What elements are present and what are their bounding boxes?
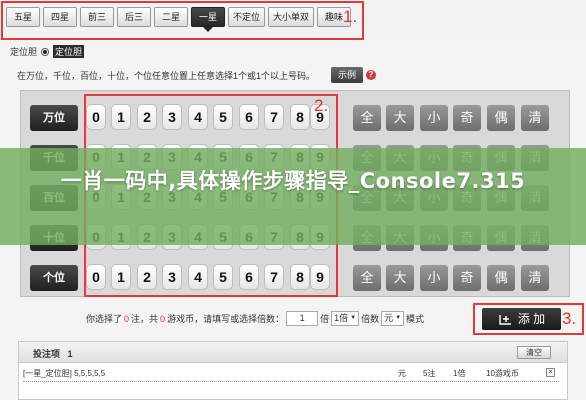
digit-button[interactable]: 5	[213, 264, 233, 290]
digit-button[interactable]: 0	[86, 264, 106, 290]
highlight-box-1	[1, 1, 364, 40]
bets-count: 0	[124, 313, 130, 324]
position-row: 个位 0 1 2 3 4 5 6 7 8 9 全大小奇偶清	[21, 259, 571, 293]
step-label-2: 2.	[314, 96, 329, 115]
digit-button[interactable]: 1	[111, 264, 131, 290]
position-label: 个位	[30, 265, 78, 291]
coins-unit: 游戏币，请填写或选择倍数：	[167, 314, 285, 324]
digit-button[interactable]: 1	[111, 104, 131, 130]
quick-select-button[interactable]: 全	[353, 105, 381, 131]
quick-select-button[interactable]: 大	[386, 265, 414, 291]
quick-select-button[interactable]: 小	[420, 265, 448, 291]
digit-button[interactable]: 0	[86, 104, 106, 130]
quick-select-button[interactable]: 偶	[487, 265, 515, 291]
betting-items-header: 投注项 1 清空	[19, 342, 567, 363]
row-divider	[23, 381, 559, 382]
add-button-label: 添 加	[517, 312, 546, 326]
summary-prefix: 你选择了	[86, 314, 123, 324]
quick-select-button[interactable]: 偶	[487, 105, 515, 131]
digit-button[interactable]: 8	[290, 264, 310, 290]
quick-select-button[interactable]: 清	[521, 105, 549, 131]
example-button[interactable]: 示例	[331, 67, 363, 83]
bet-amount: 10游戏币	[486, 369, 519, 378]
bet-count: 5注	[423, 369, 436, 378]
clear-button[interactable]: 清空	[517, 346, 551, 359]
times-label: 倍	[320, 314, 330, 324]
position-label: 万位	[30, 105, 78, 131]
digit-button[interactable]: 6	[239, 264, 259, 290]
betting-items-panel: 投注项 1 清空 [一星_定位胆] 5,5,5,5,5 元 5注 1倍 10游戏…	[18, 341, 568, 400]
mode-option-label[interactable]: 定位胆	[53, 45, 85, 58]
quick-select-button[interactable]: 大	[386, 105, 414, 131]
quick-select-button[interactable]: 奇	[453, 105, 481, 131]
add-icon	[499, 314, 511, 325]
digit-button[interactable]: 6	[239, 104, 259, 130]
add-button[interactable]: 添 加	[482, 308, 561, 330]
currency-select[interactable]: 元 ▼	[381, 311, 405, 326]
digit-button[interactable]: 3	[162, 264, 182, 290]
mode-row: 定位胆 定位胆	[10, 45, 85, 58]
quick-select-button[interactable]: 全	[353, 265, 381, 291]
multiple-label: 倍数	[361, 314, 380, 324]
mode-label: 定位胆	[10, 47, 38, 57]
bet-unit: 元	[398, 369, 406, 378]
multiplier-select[interactable]: 1倍 ▼	[331, 311, 360, 326]
digit-button[interactable]: 4	[188, 264, 208, 290]
betting-items-title: 投注项 1	[33, 349, 73, 359]
digit-button[interactable]: 4	[188, 104, 208, 130]
quick-select-button[interactable]: 奇	[453, 265, 481, 291]
banner-title: 一肖一码中,具体操作步骤指导_Console7.315	[60, 169, 526, 193]
bets-unit: 注，共	[131, 314, 159, 324]
digit-button[interactable]: 5	[213, 104, 233, 130]
coins-count: 0	[160, 313, 166, 324]
digit-button[interactable]: 9	[310, 264, 330, 290]
help-icon[interactable]: ?	[366, 70, 376, 80]
mode-select-label: 模式	[406, 314, 425, 324]
chevron-down-icon: ▼	[350, 315, 357, 321]
table-row: [一星_定位胆] 5,5,5,5,5 元 5注 1倍 10游戏币 ×	[23, 368, 559, 380]
digit-button[interactable]: 2	[137, 104, 157, 130]
step-label-3: 3.	[562, 309, 577, 328]
position-row: 万位 0 1 2 3 4 5 6 7 8 9 全大小奇偶清	[21, 99, 571, 133]
quick-select-button[interactable]: 清	[521, 265, 549, 291]
currency-select-value: 元	[384, 313, 394, 323]
instruction-text: 在万位，千位，百位，十位，个位任意位置上任意选择1个或1个以上号码。	[17, 71, 316, 81]
digit-button[interactable]: 2	[137, 264, 157, 290]
digit-button[interactable]: 7	[264, 104, 284, 130]
digit-button[interactable]: 3	[162, 104, 182, 130]
multiplier-select-value: 1倍	[334, 313, 349, 323]
digit-button[interactable]: 8	[290, 104, 310, 130]
multiplier-input[interactable]: 1	[286, 311, 319, 326]
quick-select-button[interactable]: 小	[420, 105, 448, 131]
digit-button[interactable]: 7	[264, 264, 284, 290]
mode-radio[interactable]	[41, 47, 50, 56]
chevron-down-icon: ▼	[395, 315, 402, 321]
bet-multiple: 1倍	[453, 369, 466, 378]
bet-desc: [一星_定位胆] 5,5,5,5,5	[23, 369, 106, 378]
remove-item-button[interactable]: ×	[546, 368, 555, 377]
step-label-1: 1.	[343, 7, 358, 26]
bet-summary-line: 你选择了 0 注，共 0 游戏币，请填写或选择倍数： 1 倍 1倍 ▼ 倍数 元 ▼…	[86, 311, 424, 326]
